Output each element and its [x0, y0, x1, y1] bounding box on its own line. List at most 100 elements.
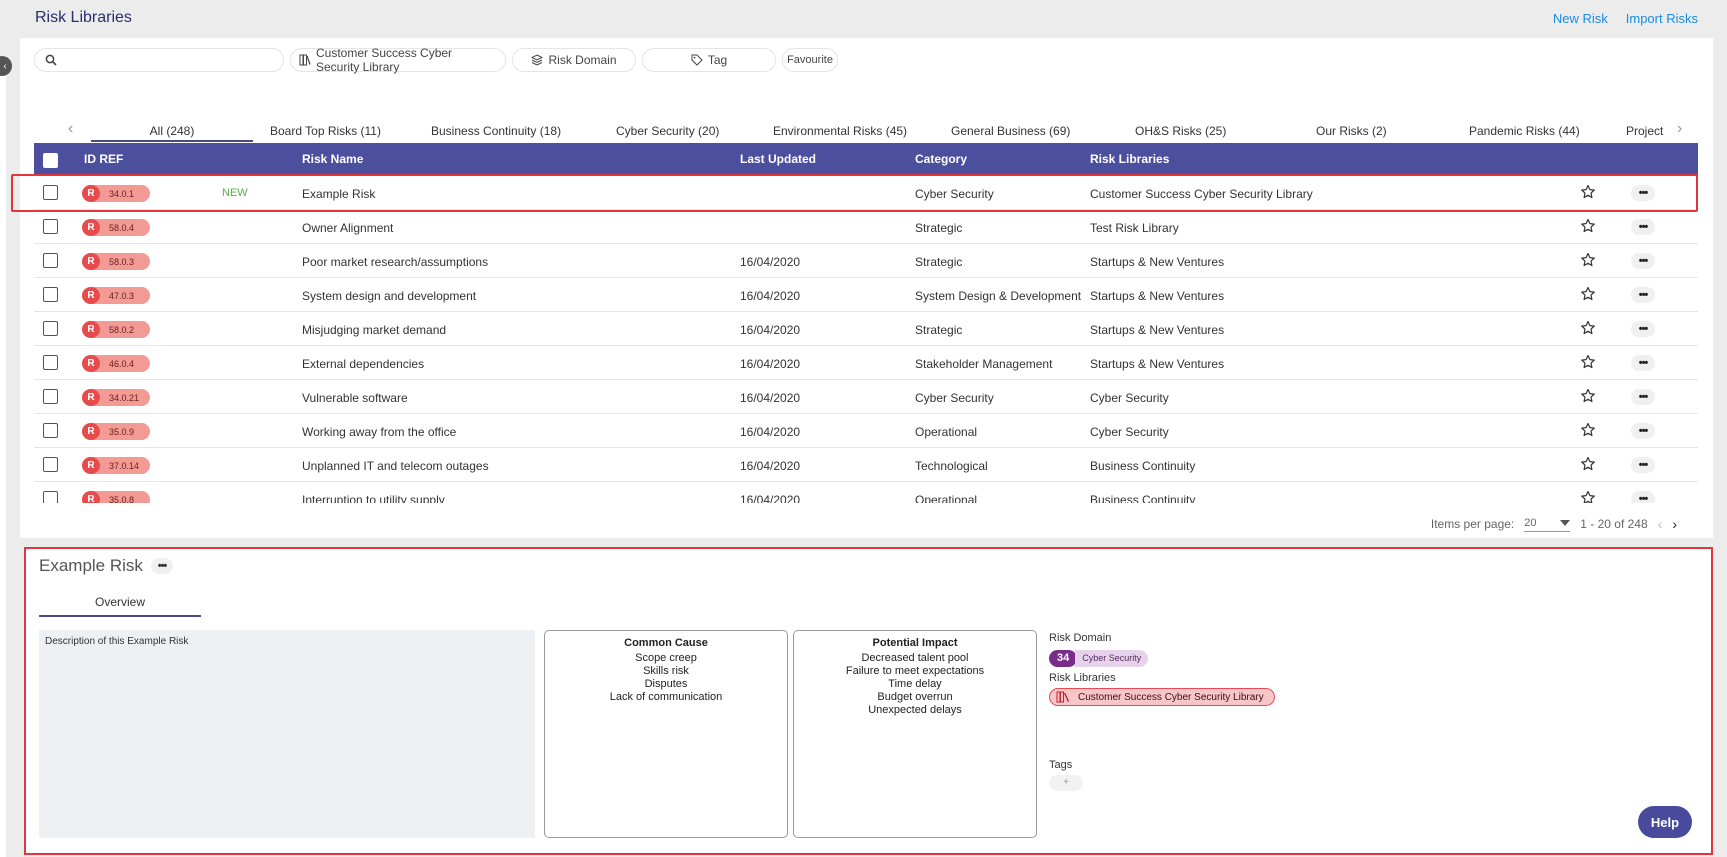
tab-overview[interactable]: Overview: [39, 595, 201, 617]
row-checkbox[interactable]: [43, 253, 58, 268]
prev-page-icon[interactable]: ‹: [1658, 516, 1663, 532]
tabs-next-icon[interactable]: ›: [1677, 120, 1682, 138]
star-icon[interactable]: [1580, 422, 1596, 438]
col-risk-libraries[interactable]: Risk Libraries: [1090, 152, 1169, 166]
tab-project[interactable]: Project: [1626, 124, 1663, 138]
tab-cyber-security[interactable]: Cyber Security (20): [616, 124, 719, 138]
id-ref-badge[interactable]: R 58.0.4: [82, 219, 150, 236]
risk-name[interactable]: Interruption to utility supply: [302, 493, 445, 503]
tag-filter-chip[interactable]: Tag: [642, 48, 776, 72]
import-risks-link[interactable]: Import Risks: [1626, 11, 1698, 26]
id-ref-badge[interactable]: R 35.0.9: [82, 423, 150, 440]
risk-name[interactable]: Vulnerable software: [302, 391, 408, 405]
tab-ohs-risks[interactable]: OH&S Risks (25): [1135, 124, 1226, 138]
row-more-icon[interactable]: •••: [1631, 321, 1655, 337]
row-checkbox[interactable]: [43, 423, 58, 438]
row-more-icon[interactable]: •••: [1631, 389, 1655, 405]
last-updated: 16/04/2020: [740, 425, 801, 439]
star-icon[interactable]: [1580, 286, 1596, 302]
risk-domain-filter-label: Risk Domain: [548, 53, 617, 67]
star-icon[interactable]: [1580, 218, 1596, 234]
table-row[interactable]: R 37.0.14 Unplanned IT and telecom outages…: [34, 448, 1698, 482]
library-badge[interactable]: Customer Success Cyber Security Library: [1049, 688, 1275, 706]
search-input[interactable]: [34, 48, 284, 72]
row-checkbox[interactable]: [43, 321, 58, 336]
table-row[interactable]: R 47.0.3 System design and development 16/0…: [34, 278, 1698, 312]
table-row[interactable]: R 35.0.9 Working away from the office 16/04…: [34, 414, 1698, 448]
risk-name[interactable]: Working away from the office: [302, 425, 456, 439]
row-checkbox[interactable]: [43, 219, 58, 234]
new-risk-link[interactable]: New Risk: [1553, 11, 1608, 26]
row-more-icon[interactable]: •••: [1631, 185, 1655, 201]
star-icon[interactable]: [1580, 388, 1596, 404]
row-more-icon[interactable]: •••: [1631, 491, 1655, 503]
items-per-page-select[interactable]: 20: [1524, 517, 1571, 532]
row-checkbox[interactable]: [43, 355, 58, 370]
library-badge-label: Customer Success Cyber Security Library: [1078, 691, 1264, 703]
id-ref-badge[interactable]: R 47.0.3: [82, 287, 150, 304]
table-row[interactable]: R 58.0.4 Owner Alignment Strategic Test Risk…: [34, 210, 1698, 244]
id-ref-badge[interactable]: R 34.0.21: [82, 389, 150, 406]
row-more-icon[interactable]: •••: [1631, 457, 1655, 473]
row-more-icon[interactable]: •••: [1631, 253, 1655, 269]
detail-more-icon[interactable]: •••: [151, 558, 173, 574]
star-icon[interactable]: [1580, 354, 1596, 370]
id-ref-badge[interactable]: R 58.0.2: [82, 321, 150, 338]
tab-general-business[interactable]: General Business (69): [951, 124, 1070, 138]
id-ref-badge[interactable]: R 34.0.1: [82, 185, 150, 202]
risk-name[interactable]: External dependencies: [302, 357, 424, 371]
tab-our-risks[interactable]: Our Risks (2): [1316, 124, 1387, 138]
risk-name[interactable]: Unplanned IT and telecom outages: [302, 459, 489, 473]
tab-environmental-risks[interactable]: Environmental Risks (45): [773, 124, 907, 138]
tab-board-top-risks[interactable]: Board Top Risks (11): [270, 124, 381, 138]
select-all-checkbox[interactable]: [43, 153, 58, 168]
col-last-updated[interactable]: Last Updated: [740, 152, 816, 166]
id-ref-badge[interactable]: R 37.0.14: [82, 457, 150, 474]
star-icon[interactable]: [1580, 490, 1596, 503]
tabs-prev-icon[interactable]: ‹: [68, 120, 73, 138]
table-row[interactable]: R 46.0.4 External dependencies 16/04/2020 St…: [34, 346, 1698, 380]
star-icon[interactable]: [1580, 184, 1596, 200]
risk-domain-filter-chip[interactable]: Risk Domain: [512, 48, 636, 72]
row-more-icon[interactable]: •••: [1631, 287, 1655, 303]
risk-name[interactable]: System design and development: [302, 289, 476, 303]
table-row[interactable]: R 34.0.1 NEW Example Risk Cyber Security Cust…: [34, 176, 1698, 210]
tab-all[interactable]: All (248): [91, 124, 253, 142]
table-row[interactable]: R 35.0.8 Interruption to utility supply 16/…: [34, 482, 1698, 503]
row-more-icon[interactable]: •••: [1631, 219, 1655, 235]
table-row[interactable]: R 58.0.2 Misjudging market demand 16/04/202…: [34, 312, 1698, 346]
star-icon[interactable]: [1580, 320, 1596, 336]
description-box[interactable]: Description of this Example Risk: [39, 630, 535, 838]
potential-impact-title: Potential Impact: [872, 637, 958, 649]
add-tag-button[interactable]: +: [1049, 775, 1083, 791]
risk-name[interactable]: Owner Alignment: [302, 221, 393, 235]
row-checkbox[interactable]: [43, 185, 58, 200]
row-more-icon[interactable]: •••: [1631, 423, 1655, 439]
library-filter-chip[interactable]: Customer Success Cyber Security Library: [290, 46, 506, 74]
row-checkbox[interactable]: [43, 389, 58, 404]
row-checkbox[interactable]: [43, 287, 58, 302]
collapse-sidebar-button[interactable]: ‹: [0, 56, 12, 76]
favourite-filter-chip[interactable]: Favourite: [782, 48, 838, 72]
id-ref-badge[interactable]: R 35.0.8: [82, 491, 150, 503]
row-checkbox[interactable]: [43, 457, 58, 472]
col-id-ref[interactable]: ID REF: [84, 152, 123, 166]
col-risk-name[interactable]: Risk Name: [302, 152, 363, 166]
star-icon[interactable]: [1580, 456, 1596, 472]
next-page-icon[interactable]: ›: [1672, 516, 1677, 532]
col-category[interactable]: Category: [915, 152, 967, 166]
tab-pandemic-risks[interactable]: Pandemic Risks (44): [1469, 124, 1580, 138]
row-more-icon[interactable]: •••: [1631, 355, 1655, 371]
table-row[interactable]: R 34.0.21 Vulnerable software 16/04/2020 Cyb…: [34, 380, 1698, 414]
star-icon[interactable]: [1580, 252, 1596, 268]
risk-domain-badge[interactable]: 34 Cyber Security: [1049, 649, 1449, 667]
tab-business-continuity[interactable]: Business Continuity (18): [431, 124, 561, 138]
risk-name[interactable]: Poor market research/assumptions: [302, 255, 488, 269]
id-ref-badge[interactable]: R 46.0.4: [82, 355, 150, 372]
risk-name[interactable]: Misjudging market demand: [302, 323, 446, 337]
risk-name[interactable]: Example Risk: [302, 187, 375, 201]
id-ref-badge[interactable]: R 58.0.3: [82, 253, 150, 270]
table-row[interactable]: R 58.0.3 Poor market research/assumptions 1…: [34, 244, 1698, 278]
row-checkbox[interactable]: [43, 491, 58, 503]
help-button[interactable]: Help: [1638, 806, 1692, 838]
